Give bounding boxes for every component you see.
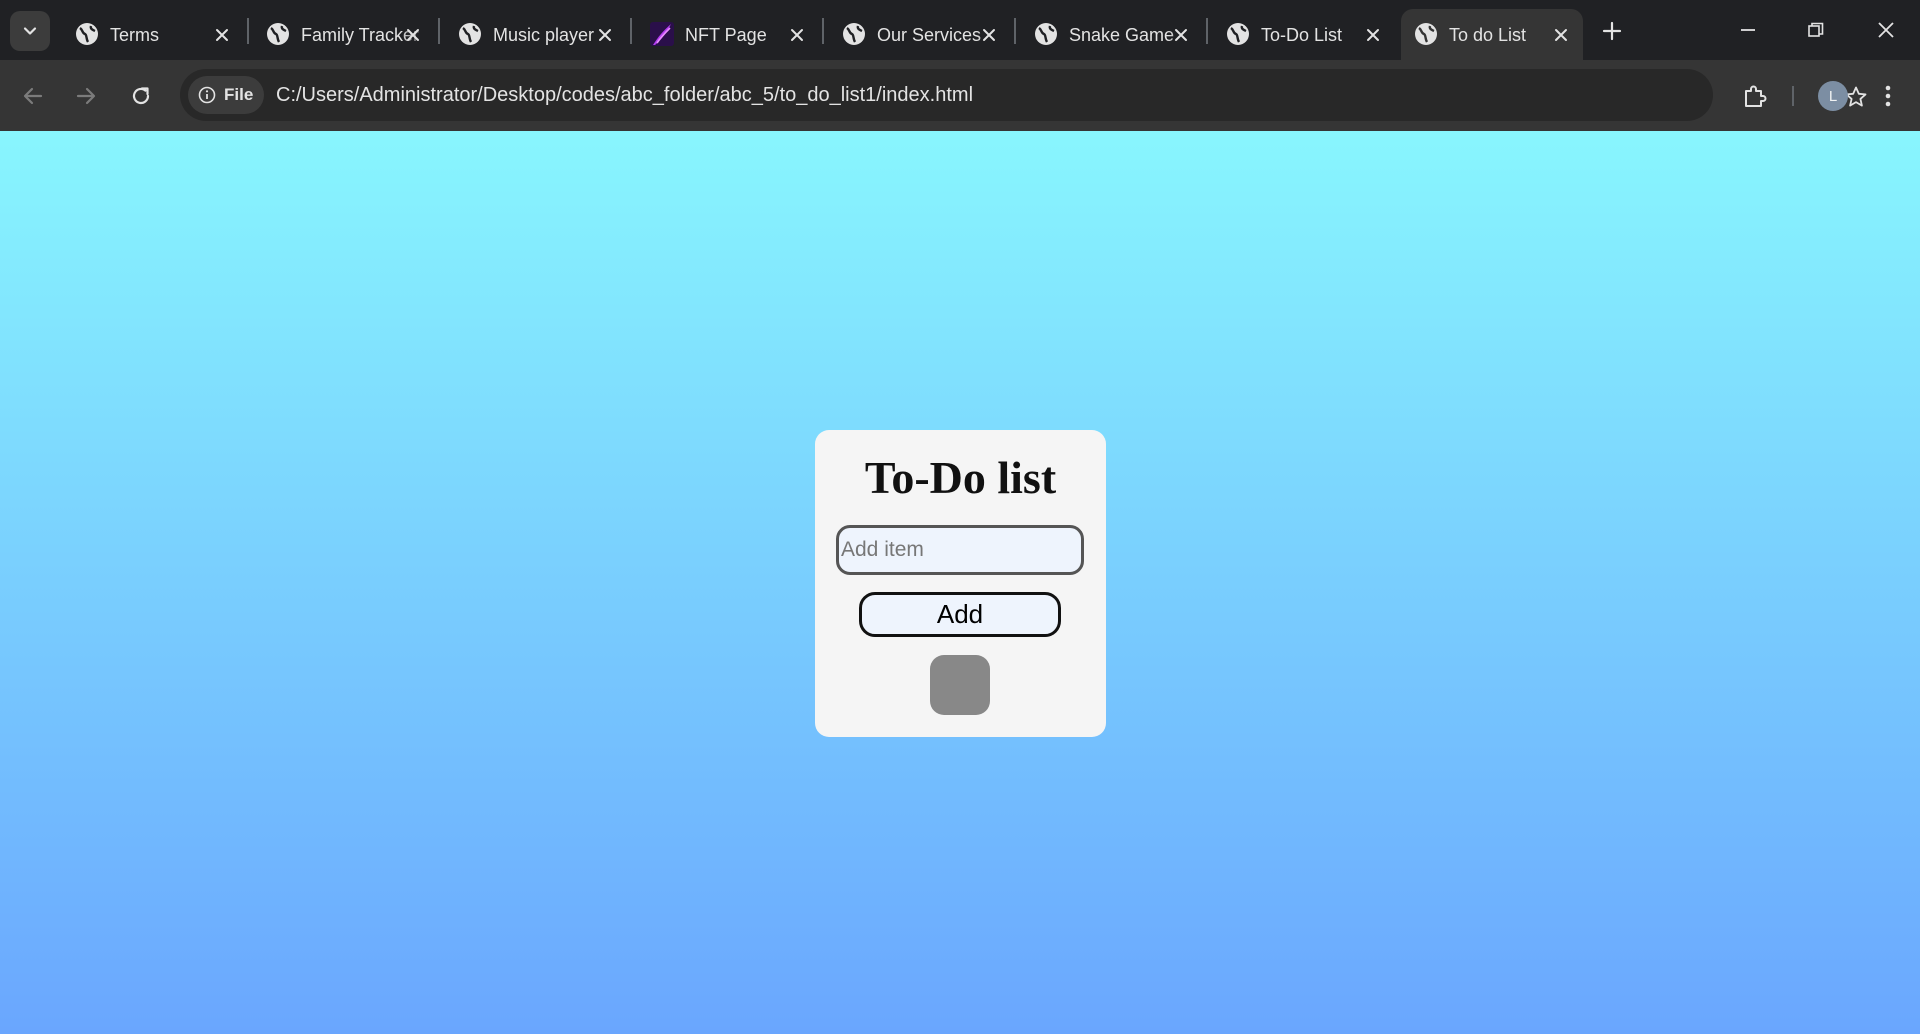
tab-separator: [438, 18, 440, 44]
globe-icon: [1415, 23, 1437, 45]
tab-separator: [630, 18, 632, 44]
profile-avatar[interactable]: L: [1818, 81, 1848, 111]
address-bar[interactable]: File C:/Users/Administrator/Desktop/code…: [180, 69, 1867, 121]
tab-separator: [247, 18, 249, 44]
minimize-icon: [1741, 29, 1755, 31]
globe-icon: [843, 23, 865, 45]
forward-button[interactable]: [66, 76, 106, 116]
close-icon: [1878, 22, 1894, 38]
tab-strip: Terms Family Tracker Music player NFT Pa…: [0, 0, 1920, 60]
page-viewport: To-Do list Add: [0, 131, 1920, 1034]
extensions-button[interactable]: [1735, 76, 1775, 116]
back-arrow-icon: [23, 87, 43, 105]
tab-search-button[interactable]: [10, 11, 50, 51]
tab-snake-game[interactable]: Snake Game: [1021, 9, 1203, 60]
tab-separator: [1014, 18, 1016, 44]
info-icon: [198, 86, 216, 104]
tab-music-player[interactable]: Music player: [445, 9, 627, 60]
tab-terms[interactable]: Terms: [62, 9, 244, 60]
chevron-down-icon: [23, 27, 37, 35]
close-icon[interactable]: [210, 23, 234, 47]
tab-to-do-list-active[interactable]: To do List: [1401, 9, 1583, 60]
close-icon[interactable]: [785, 23, 809, 47]
site-info-chip[interactable]: File: [188, 76, 264, 114]
plus-icon: [1602, 21, 1622, 41]
url-text[interactable]: C:/Users/Administrator/Desktop/codes/abc…: [276, 82, 973, 108]
tab-separator: [822, 18, 824, 44]
toolbar-divider: [1792, 86, 1794, 106]
restore-button[interactable]: [1788, 8, 1844, 52]
site-info-label: File: [224, 85, 254, 104]
nft-logo-icon: [650, 22, 674, 46]
globe-icon: [1227, 23, 1249, 45]
tab-separator: [1206, 18, 1208, 44]
back-button[interactable]: [13, 76, 53, 116]
forward-arrow-icon: [76, 87, 96, 105]
reload-icon: [132, 87, 150, 105]
globe-icon: [1035, 23, 1057, 45]
browser-menu-button[interactable]: [1868, 76, 1908, 116]
globe-icon: [459, 23, 481, 45]
tab-family-tracker[interactable]: Family Tracker: [253, 9, 435, 60]
more-vertical-icon: [1885, 85, 1891, 107]
add-item-input[interactable]: [836, 525, 1084, 575]
puzzle-icon: [1745, 85, 1767, 107]
close-icon[interactable]: [977, 23, 1001, 47]
tab-to-do-list[interactable]: To-Do List: [1213, 9, 1395, 60]
todo-list-container: [930, 655, 990, 715]
new-tab-button[interactable]: [1595, 14, 1629, 48]
close-icon[interactable]: [1169, 23, 1193, 47]
tab-nft-page[interactable]: NFT Page: [637, 9, 819, 60]
close-icon[interactable]: [593, 23, 617, 47]
globe-icon: [76, 23, 98, 45]
page-title: To-Do list: [864, 452, 1057, 503]
reload-button[interactable]: [121, 76, 161, 116]
restore-icon: [1808, 22, 1824, 37]
close-icon[interactable]: [1361, 23, 1385, 47]
globe-icon: [267, 23, 289, 45]
minimize-button[interactable]: [1720, 8, 1776, 52]
todo-card: To-Do list Add: [815, 430, 1106, 737]
browser-toolbar: File C:/Users/Administrator/Desktop/code…: [0, 60, 1920, 131]
close-window-button[interactable]: [1858, 8, 1914, 52]
add-button[interactable]: Add: [859, 592, 1061, 637]
tab-our-services[interactable]: Our Services: [829, 9, 1011, 60]
close-icon[interactable]: [1549, 23, 1573, 47]
close-icon[interactable]: [401, 23, 425, 47]
